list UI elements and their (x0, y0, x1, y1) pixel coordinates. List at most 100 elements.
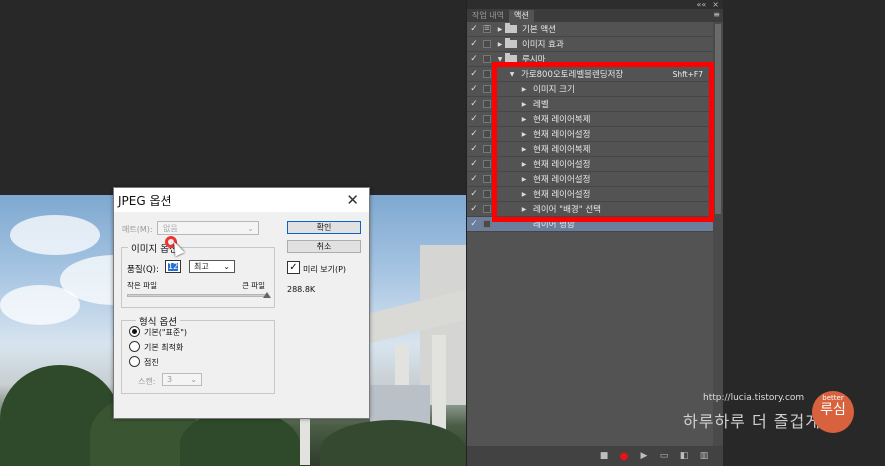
action-row[interactable]: ✓ ▶ 현재 레이어설정 (467, 172, 713, 187)
dialog-toggle-box[interactable] (483, 175, 491, 183)
watermark-text: 하루하루 더 즐겁게 (683, 412, 821, 431)
trash-icon[interactable]: ▥ (699, 451, 709, 461)
tab-history[interactable]: 작업 내역 (467, 10, 509, 22)
dialog-toggle-box[interactable] (483, 40, 491, 48)
action-row[interactable]: ✓ ▶ 이미지 크기 (467, 82, 713, 97)
dialog-toggle-box[interactable] (483, 85, 491, 93)
expand-triangle-icon[interactable]: ▶ (519, 146, 529, 153)
expand-triangle-icon[interactable]: ▶ (519, 191, 529, 198)
preview-label: 미리 보기(P) (303, 265, 347, 274)
chevron-down-icon: ⌄ (223, 262, 230, 271)
toggle-check-icon[interactable]: ✓ (467, 54, 481, 64)
expand-triangle-icon[interactable]: ▶ (519, 176, 529, 183)
action-row[interactable]: ✓ ▶ 현재 레이어복제 (467, 142, 713, 157)
dialog-toggle-box[interactable]: ☰ (483, 25, 491, 33)
tab-actions[interactable]: 액션 (508, 10, 534, 22)
stop-icon[interactable]: ■ (599, 451, 609, 461)
action-label: 현재 레이어설정 (533, 160, 591, 170)
panel-bottom-toolbar: ■ ● ▶ ▭ ◧ ▥ (467, 446, 723, 466)
dialog-toggle-box[interactable] (483, 70, 491, 78)
cancel-button[interactable]: 취소 (287, 240, 361, 253)
toggle-check-icon[interactable]: ✓ (467, 144, 481, 154)
expand-triangle-icon[interactable]: ▶ (519, 86, 529, 93)
panel-tabs: 작업 내역 액션 ≡ (467, 9, 723, 22)
logo-big-text: 루심 (820, 402, 846, 418)
dialog-toggle-box[interactable] (483, 190, 491, 198)
action-label: 현재 레이어설정 (533, 175, 591, 185)
expand-triangle-icon[interactable]: ▶ (519, 116, 529, 123)
format-progressive-radio[interactable] (129, 356, 140, 367)
jpeg-options-dialog: JPEG 옵션 ✕ 매트(M): 없음 ⌄ 이미지 옵션 품질(Q): 12 최고… (113, 187, 370, 419)
expand-triangle-icon[interactable]: ▶ (519, 101, 529, 108)
action-row[interactable]: ✓ ▶ 현재 레이어복제 (467, 112, 713, 127)
record-icon[interactable]: ● (619, 451, 629, 462)
new-action-icon[interactable]: ◧ (679, 451, 689, 461)
action-row[interactable]: ✓ ▶ 현재 레이어설정 (467, 127, 713, 142)
file-size: 288.8K (287, 285, 316, 294)
format-baseline-radio[interactable] (129, 326, 140, 337)
toggle-check-icon[interactable]: ✓ (467, 114, 481, 124)
quality-label: 품질(Q): (127, 265, 159, 275)
toggle-check-icon[interactable]: ✓ (467, 189, 481, 199)
action-row[interactable]: ✓ ☰ ▶ 기본 액션 (467, 22, 713, 37)
actions-panel: «« × 작업 내역 액션 ≡ ✓ ☰ ▶ 기본 액션 ✓ ▶ 이미지 효과 ✓ ▼ 루시마 ✓ ▼ 가… (466, 0, 723, 466)
play-icon[interactable]: ▶ (639, 451, 649, 461)
new-set-folder-icon[interactable]: ▭ (659, 451, 669, 461)
action-row[interactable]: ✓ 레이어 병합 (467, 217, 713, 232)
ok-button[interactable]: 확인 (287, 221, 361, 234)
action-row[interactable]: ✓ ▶ 레이어 "배경" 선택 (467, 202, 713, 217)
action-label: 기본 액션 (522, 25, 556, 35)
panel-menu-icon[interactable]: ≡ (713, 10, 720, 19)
toggle-check-icon[interactable]: ✓ (467, 129, 481, 139)
blog-logo: better 루심 (812, 391, 854, 433)
quality-input[interactable]: 12 (165, 260, 181, 273)
toggle-check-icon[interactable]: ✓ (467, 39, 481, 49)
quality-preset-select[interactable]: 최고 ⌄ (189, 260, 235, 273)
scrollbar[interactable] (713, 22, 723, 446)
shortcut-label: Shft+F7 (672, 69, 703, 79)
action-label: 레이어 병합 (533, 220, 575, 230)
action-row[interactable]: ✓ ▼ 가로800오토레벨블렌딩저장 Shft+F7 (467, 67, 713, 82)
expand-triangle-icon[interactable]: ▶ (519, 206, 529, 213)
collapse-triangle-icon[interactable]: ▼ (495, 56, 505, 63)
toggle-check-icon[interactable]: ✓ (467, 24, 481, 34)
toggle-check-icon[interactable]: ✓ (467, 69, 481, 79)
dialog-toggle-box[interactable] (483, 115, 491, 123)
close-icon[interactable]: ✕ (346, 191, 359, 209)
collapse-icon[interactable]: «« (697, 0, 707, 9)
toggle-check-icon[interactable]: ✓ (467, 99, 481, 109)
action-label: 현재 레이어복제 (533, 115, 591, 125)
dialog-toggle-box[interactable] (483, 205, 491, 213)
toggle-check-icon[interactable]: ✓ (467, 84, 481, 94)
dialog-toggle-box[interactable] (483, 55, 491, 63)
matte-select[interactable]: 없음 ⌄ (157, 221, 259, 235)
expand-triangle-icon[interactable]: ▶ (519, 161, 529, 168)
collapse-triangle-icon[interactable]: ▼ (507, 71, 517, 78)
action-row[interactable]: ✓ ▼ 루시마 (467, 52, 713, 67)
expand-triangle-icon[interactable]: ▶ (519, 131, 529, 138)
action-row[interactable]: ✓ ▶ 현재 레이어설정 (467, 187, 713, 202)
toggle-check-icon[interactable]: ✓ (467, 159, 481, 169)
dialog-toggle-box[interactable] (483, 145, 491, 153)
scrollbar-thumb[interactable] (715, 24, 721, 214)
close-icon[interactable]: × (712, 0, 719, 9)
quality-slider[interactable] (127, 294, 267, 297)
action-row[interactable]: ✓ ▶ 이미지 효과 (467, 37, 713, 52)
toggle-check-icon[interactable]: ✓ (467, 204, 481, 214)
dialog-toggle-box[interactable] (483, 100, 491, 108)
dialog-toggle-box[interactable] (483, 160, 491, 168)
expand-triangle-icon[interactable]: ▶ (495, 26, 505, 33)
dialog-toggle-box[interactable] (483, 220, 491, 228)
scan-select[interactable]: 3 ⌄ (162, 373, 202, 386)
dialog-toggle-box[interactable] (483, 130, 491, 138)
expand-triangle-icon[interactable]: ▶ (495, 41, 505, 48)
toggle-check-icon[interactable]: ✓ (467, 174, 481, 184)
small-file-label: 작은 파일 (127, 281, 157, 290)
action-row[interactable]: ✓ ▶ 현재 레이어설정 (467, 157, 713, 172)
format-optimized-radio[interactable] (129, 341, 140, 352)
folder-icon (505, 38, 517, 48)
toggle-check-icon[interactable]: ✓ (467, 219, 481, 229)
preview-checkbox[interactable]: ✓ (287, 261, 300, 274)
action-row[interactable]: ✓ ▶ 레벨 (467, 97, 713, 112)
quality-slider-thumb[interactable] (263, 292, 271, 298)
